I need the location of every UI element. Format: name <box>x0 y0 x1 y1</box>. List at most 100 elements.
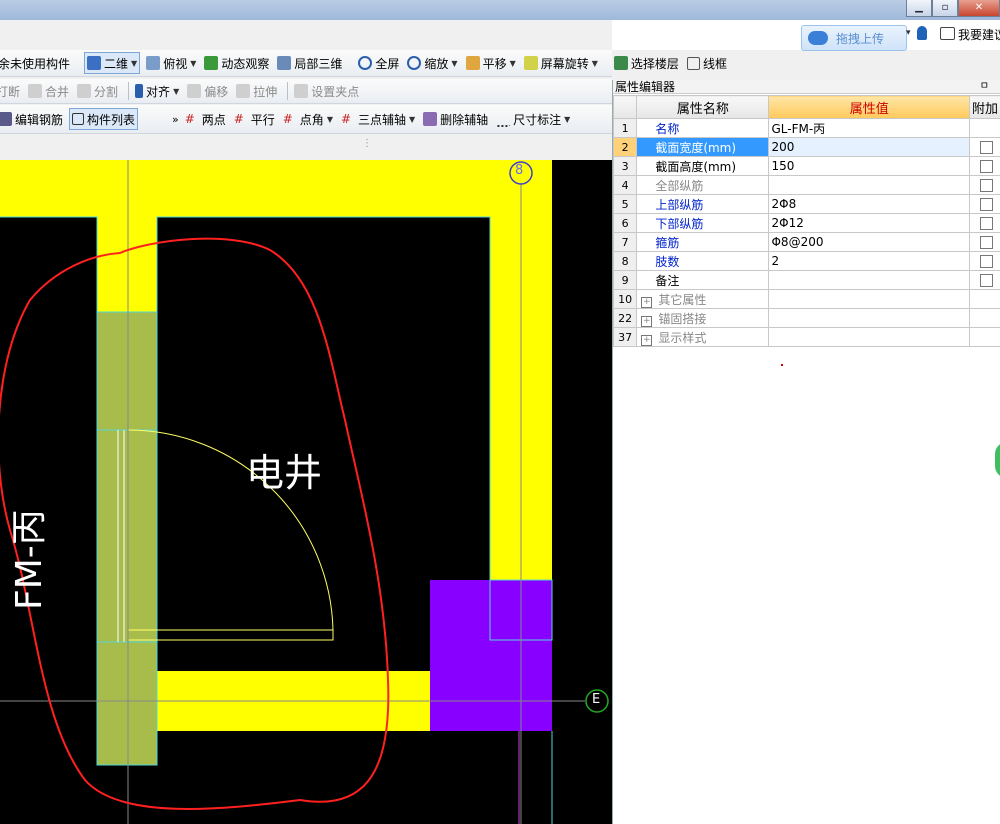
stretch-button[interactable]: 拉伸 <box>234 81 279 101</box>
local-3d-icon <box>277 56 292 70</box>
toolbar-axis: 编辑钢筋 构件列表 » # 两点 # 平行 # 点角 ▼ # 三点辅轴 ▼ 删除辅轴 尺寸标… <box>0 105 612 134</box>
align-dropdown[interactable]: 对齐 ▼ <box>133 81 181 101</box>
property-row[interactable]: 3 截面高度(mm) 150 <box>612 156 1000 176</box>
orbit-icon <box>204 56 219 70</box>
zoom-dropdown[interactable]: 缩放 ▼ <box>405 53 459 73</box>
delete-axis-button[interactable]: 删除辅轴 <box>421 109 490 129</box>
toolbar-overflow-icon[interactable]: » <box>172 113 179 126</box>
row-number: 37 <box>612 327 638 347</box>
point-angle-icon: # <box>282 112 293 126</box>
row-number: 4 <box>612 175 638 195</box>
toolbar-modify: 打断 合并 分割 对齐 ▼ 偏移 拉伸 设置夹点 <box>0 79 612 104</box>
component-list-button[interactable]: 构件列表 <box>69 108 139 130</box>
axis-label-8: 8 <box>515 163 524 178</box>
separator <box>287 82 289 100</box>
property-value[interactable]: Φ8@200 <box>768 232 970 252</box>
wireframe-button[interactable]: 线框 <box>685 53 729 73</box>
door-panel <box>96 311 158 431</box>
property-value[interactable] <box>768 270 970 290</box>
row-number: 8 <box>612 251 638 271</box>
property-row[interactable]: 1 名称 GL-FM-丙 <box>612 118 1000 138</box>
grip-handle[interactable]: ⋮ <box>362 138 372 149</box>
parallel-axis-button[interactable]: # 平行 <box>232 109 277 129</box>
row-number: 22 <box>612 308 638 328</box>
three-point-axis-dropdown[interactable]: # 三点辅轴 ▼ <box>339 109 417 129</box>
maximize-button[interactable]: ▫ <box>932 0 958 17</box>
top-view-dropdown[interactable]: 俯视 ▼ <box>144 53 198 73</box>
pin-icon[interactable]: ㅁ <box>980 80 989 94</box>
property-row[interactable]: 8 肢数 2 <box>612 251 1000 271</box>
fullscreen-icon <box>358 56 373 70</box>
unused-components-button[interactable]: 余未使用构件 <box>0 53 72 73</box>
drawing-canvas[interactable]: 8 E 电井 FM-丙 <box>0 160 612 824</box>
break-button[interactable]: 打断 <box>0 81 22 101</box>
floor-icon <box>613 56 628 70</box>
property-value[interactable] <box>768 175 970 195</box>
checkbox[interactable] <box>979 198 993 211</box>
checkbox[interactable] <box>979 236 993 249</box>
checkbox[interactable] <box>979 141 993 154</box>
chevron-down-icon[interactable]: ▾ <box>906 28 911 38</box>
pan-dropdown[interactable]: 平移 ▼ <box>464 53 518 73</box>
outline <box>156 216 491 583</box>
upload-button[interactable]: 拖拽上传 <box>801 25 907 51</box>
floating-tab[interactable] <box>995 442 1000 478</box>
expand-icon[interactable]: + <box>641 315 653 327</box>
property-value[interactable]: 2Φ8 <box>768 194 970 214</box>
checkbox[interactable] <box>979 255 993 268</box>
checkbox[interactable] <box>979 160 993 173</box>
property-row[interactable]: 2 截面宽度(mm) 200 <box>612 137 1000 157</box>
row-number: 5 <box>612 194 638 214</box>
select-floor-button[interactable]: 选择楼层 <box>612 53 681 73</box>
property-row[interactable]: 7 箍筋 Φ8@200 <box>612 232 1000 252</box>
expand-icon[interactable]: + <box>641 296 653 308</box>
2d-icon <box>87 56 102 70</box>
minimize-button[interactable]: ▁ <box>906 0 932 17</box>
property-name: 备注 <box>636 270 770 290</box>
suggest-link[interactable]: 我要建议 <box>958 26 1000 43</box>
property-value[interactable]: 200 <box>768 137 970 157</box>
dynamic-observe-button[interactable]: 动态观察 <box>202 53 271 73</box>
offset-icon <box>187 84 202 98</box>
screen-rotate-dropdown[interactable]: 屏幕旋转 ▼ <box>522 53 600 73</box>
property-value[interactable]: GL-FM-丙 <box>768 118 970 138</box>
point-angle-dropdown[interactable]: # 点角 ▼ <box>281 109 335 129</box>
eraser-icon <box>423 112 438 126</box>
property-row[interactable]: 9 备注 <box>612 270 1000 290</box>
offset-button[interactable]: 偏移 <box>185 81 230 101</box>
row-number: 9 <box>612 270 638 290</box>
view-2d-dropdown[interactable]: 二维 ▼ <box>84 52 141 74</box>
set-grip-button[interactable]: 设置夹点 <box>292 81 361 101</box>
checkbox[interactable] <box>979 217 993 230</box>
property-name: 下部纵筋 <box>636 213 770 233</box>
checkbox[interactable] <box>979 274 993 287</box>
dimension-dropdown[interactable]: 尺寸标注 ▼ <box>494 109 572 129</box>
split-button[interactable]: 分割 <box>75 81 120 101</box>
panel-title: 属性编辑器 <box>615 80 676 94</box>
property-row[interactable]: 5 上部纵筋 2Φ8 <box>612 194 1000 214</box>
local-3d-button[interactable]: 局部三维 <box>275 53 344 73</box>
expand-icon[interactable]: + <box>641 334 653 346</box>
checkbox[interactable] <box>979 179 993 192</box>
property-group-row[interactable]: 37 + 显示样式 <box>612 327 1000 347</box>
row-number: 6 <box>612 213 638 233</box>
fullscreen-button[interactable]: 全屏 <box>356 53 401 73</box>
property-row[interactable]: 4 全部纵筋 <box>612 175 1000 195</box>
bell-icon[interactable] <box>917 26 927 40</box>
two-point-axis-button[interactable]: # 两点 <box>183 109 228 129</box>
edit-rebar-button[interactable]: 编辑钢筋 <box>0 109 65 129</box>
rotate-icon <box>523 56 538 70</box>
property-value[interactable]: 150 <box>768 156 970 176</box>
grip-icon <box>294 84 309 98</box>
property-group-row[interactable]: 22 + 锚固搭接 <box>612 308 1000 328</box>
pencil-icon <box>0 112 12 126</box>
close-button[interactable]: ✕ <box>958 0 1000 17</box>
axis-label-e: E <box>592 692 601 707</box>
property-row[interactable]: 6 下部纵筋 2Φ12 <box>612 213 1000 233</box>
comment-icon <box>940 27 955 40</box>
property-value[interactable]: 2 <box>768 251 970 271</box>
property-value[interactable]: 2Φ12 <box>768 213 970 233</box>
add-cell <box>968 327 1000 347</box>
merge-button[interactable]: 合并 <box>26 81 71 101</box>
property-group-row[interactable]: 10 + 其它属性 <box>612 289 1000 309</box>
